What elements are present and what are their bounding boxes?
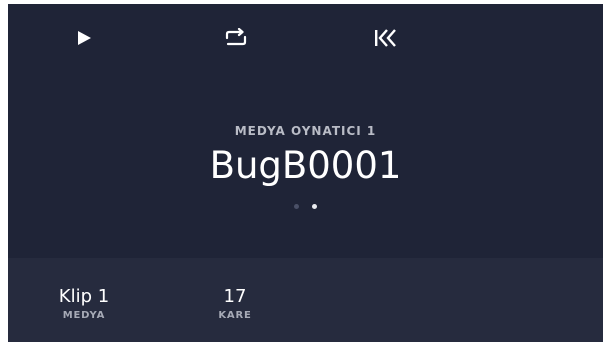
play-icon (78, 31, 91, 45)
media-player-panel: MEDYA OYNATICI 1 BugB0001 Klip 1 MEDYA 1… (8, 4, 603, 342)
page-dot-1[interactable] (294, 204, 299, 209)
loop-button[interactable] (218, 22, 254, 54)
skip-to-start-icon (375, 29, 396, 47)
frame-info: 17 KARE (212, 286, 258, 321)
clip-name: BugB0001 (209, 144, 402, 187)
skip-to-start-button[interactable] (368, 22, 404, 54)
media-player-source-label: MEDYA OYNATICI 1 (234, 124, 377, 138)
loop-icon (225, 28, 247, 46)
clip-label: MEDYA (62, 310, 106, 321)
status-bar: Klip 1 MEDYA 17 KARE (8, 258, 603, 342)
page-indicator (8, 204, 603, 209)
frame-value: 17 (223, 286, 247, 307)
page-dot-2-active[interactable] (312, 204, 317, 209)
clip-info: Klip 1 MEDYA (50, 286, 118, 321)
frame-label: KARE (218, 310, 252, 321)
clip-value: Klip 1 (58, 286, 110, 307)
play-button[interactable] (66, 22, 102, 54)
